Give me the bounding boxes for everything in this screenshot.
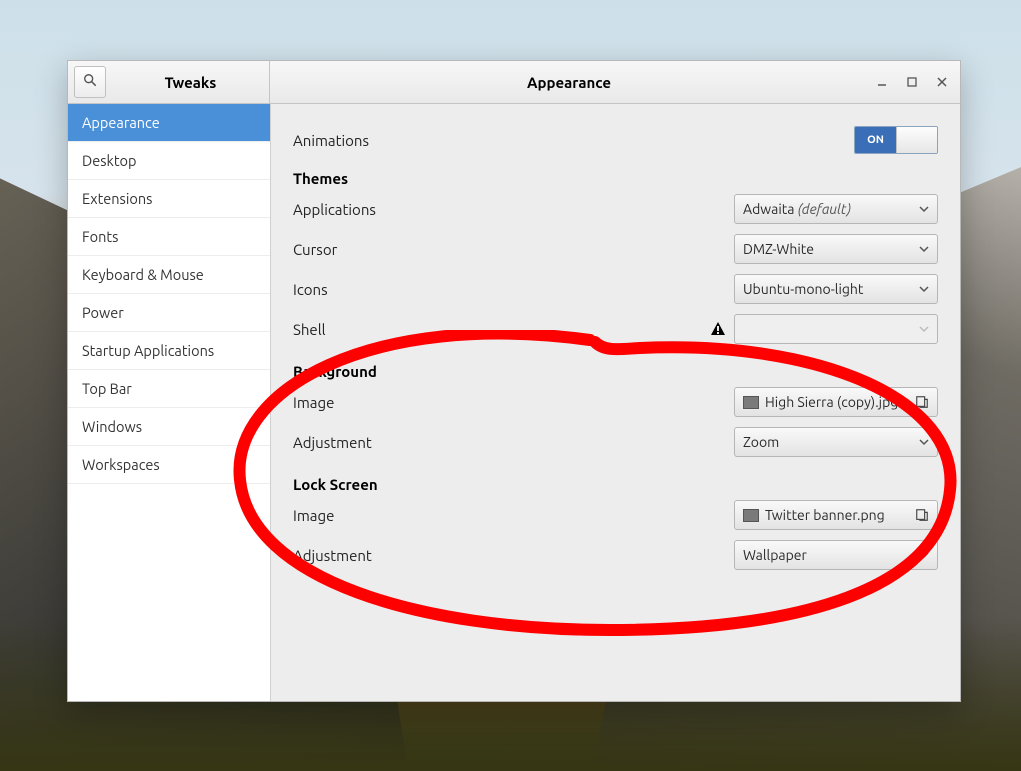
- row-background-image: Image High Sierra (copy).jpg: [293, 382, 938, 422]
- section-background: Background: [293, 363, 938, 380]
- combo-value: Wallpaper: [743, 547, 929, 563]
- sidebar-item-label: Desktop: [82, 152, 136, 169]
- sidebar-item-label: Appearance: [82, 114, 160, 131]
- search-button[interactable]: [74, 66, 106, 98]
- sidebar-item-extensions[interactable]: Extensions: [68, 180, 270, 218]
- window-title: Appearance: [270, 61, 868, 103]
- chevron-down-icon: [919, 284, 929, 294]
- image-file-icon: [743, 396, 759, 409]
- toggle-on-label: ON: [855, 127, 896, 153]
- sidebar-item-fonts[interactable]: Fonts: [68, 218, 270, 256]
- image-file-icon: [743, 509, 759, 522]
- row-icons: Icons Ubuntu-mono-light: [293, 269, 938, 309]
- warning-icon: [710, 321, 726, 337]
- row-applications: Applications Adwaita (default): [293, 189, 938, 229]
- maximize-button[interactable]: [898, 68, 926, 96]
- combo-shell: [734, 314, 938, 344]
- sidebar-item-label: Fonts: [82, 228, 118, 245]
- titlebar-left: Tweaks: [68, 61, 270, 103]
- toggle-knob: [896, 127, 937, 153]
- animations-toggle[interactable]: ON: [854, 126, 938, 154]
- combo-value: Zoom: [743, 434, 929, 450]
- content-pane: Animations ON Themes Applications Adwait…: [271, 104, 960, 701]
- left-title: Tweaks: [112, 74, 269, 91]
- combo-value-suffix: (default): [798, 201, 851, 217]
- combo-lockscreen-adjustment[interactable]: Wallpaper: [734, 540, 938, 570]
- combo-applications[interactable]: Adwaita (default): [734, 194, 938, 224]
- tweaks-window: Tweaks Appearance Appearance Desktop Ext…: [67, 60, 961, 702]
- row-cursor: Cursor DMZ-White: [293, 229, 938, 269]
- row-animations: Animations ON: [293, 120, 938, 160]
- sidebar-item-workspaces[interactable]: Workspaces: [68, 446, 270, 484]
- search-icon: [83, 73, 97, 91]
- chevron-down-icon: [919, 324, 929, 334]
- sidebar-item-appearance[interactable]: Appearance: [68, 104, 270, 142]
- file-name: High Sierra (copy).jpg: [765, 394, 929, 410]
- sidebar-item-label: Windows: [82, 418, 142, 435]
- label-lockscreen-image: Image: [293, 507, 734, 524]
- combo-value: DMZ-White: [743, 241, 929, 257]
- label-applications: Applications: [293, 201, 734, 218]
- section-lockscreen: Lock Screen: [293, 476, 938, 493]
- file-chooser-background[interactable]: High Sierra (copy).jpg: [734, 387, 938, 417]
- sidebar-item-windows[interactable]: Windows: [68, 408, 270, 446]
- combo-value-text: Adwaita: [743, 201, 794, 217]
- label-lockscreen-adjustment: Adjustment: [293, 547, 734, 564]
- open-file-icon: [915, 508, 929, 522]
- label-background-image: Image: [293, 394, 734, 411]
- sidebar-item-label: Workspaces: [82, 456, 160, 473]
- chevron-down-icon: [919, 437, 929, 447]
- file-name: Twitter banner.png: [765, 507, 929, 523]
- sidebar-item-keyboard-mouse[interactable]: Keyboard & Mouse: [68, 256, 270, 294]
- chevron-down-icon: [919, 550, 929, 560]
- chevron-down-icon: [919, 244, 929, 254]
- row-lockscreen-adjustment: Adjustment Wallpaper: [293, 535, 938, 575]
- open-file-icon: [915, 395, 929, 409]
- section-themes: Themes: [293, 170, 938, 187]
- sidebar-item-label: Startup Applications: [82, 342, 214, 359]
- label-animations: Animations: [293, 132, 854, 149]
- sidebar: Appearance Desktop Extensions Fonts Keyb…: [68, 104, 271, 701]
- sidebar-item-desktop[interactable]: Desktop: [68, 142, 270, 180]
- row-background-adjustment: Adjustment Zoom: [293, 422, 938, 462]
- window-controls: [868, 61, 960, 103]
- sidebar-item-label: Top Bar: [82, 380, 132, 397]
- minimize-button[interactable]: [868, 68, 896, 96]
- row-shell: Shell: [293, 309, 938, 349]
- label-icons: Icons: [293, 281, 734, 298]
- chevron-down-icon: [919, 204, 929, 214]
- combo-icons[interactable]: Ubuntu-mono-light: [734, 274, 938, 304]
- label-background-adjustment: Adjustment: [293, 434, 734, 451]
- file-chooser-lockscreen[interactable]: Twitter banner.png: [734, 500, 938, 530]
- combo-background-adjustment[interactable]: Zoom: [734, 427, 938, 457]
- sidebar-item-label: Keyboard & Mouse: [82, 266, 204, 283]
- sidebar-item-top-bar[interactable]: Top Bar: [68, 370, 270, 408]
- row-lockscreen-image: Image Twitter banner.png: [293, 495, 938, 535]
- label-cursor: Cursor: [293, 241, 734, 258]
- combo-value: Ubuntu-mono-light: [743, 281, 929, 297]
- sidebar-item-label: Power: [82, 304, 124, 321]
- combo-value: Adwaita (default): [743, 201, 929, 217]
- label-shell: Shell: [293, 321, 710, 338]
- combo-cursor[interactable]: DMZ-White: [734, 234, 938, 264]
- sidebar-item-label: Extensions: [82, 190, 152, 207]
- close-button[interactable]: [928, 68, 956, 96]
- sidebar-item-startup-applications[interactable]: Startup Applications: [68, 332, 270, 370]
- sidebar-item-power[interactable]: Power: [68, 294, 270, 332]
- titlebar: Tweaks Appearance: [68, 61, 960, 104]
